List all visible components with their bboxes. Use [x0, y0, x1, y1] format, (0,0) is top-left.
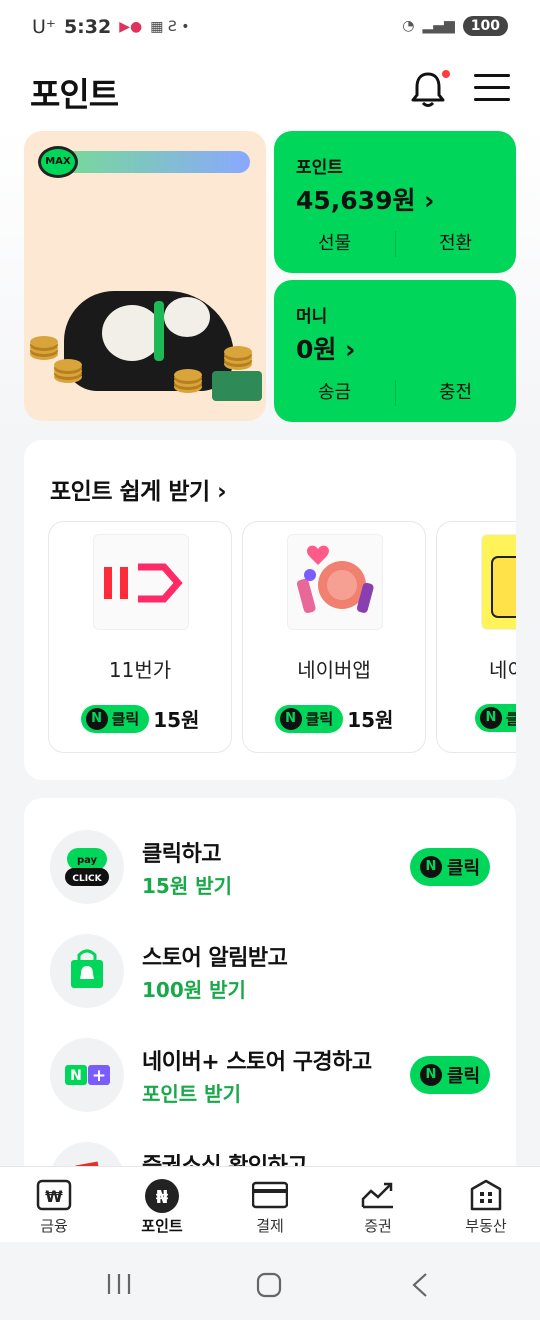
charge-button[interactable]: 충전 [395, 376, 516, 410]
notification-icons: ▶● [119, 19, 143, 35]
home-icon[interactable] [256, 1272, 282, 1302]
click-pill: N 클릭 [80, 704, 150, 733]
stock-chart-icon [360, 1179, 396, 1211]
tab-label: 포인트 [141, 1217, 183, 1235]
battery-indicator: 100 [462, 16, 508, 36]
offer-card-11st[interactable]: 11번가 N 클릭 15원 [48, 521, 232, 753]
card-icon [251, 1179, 289, 1211]
tab-point[interactable]: ₦ 포인트 [108, 1167, 216, 1242]
max-badge: MAX [38, 146, 78, 178]
easy-points-section: 포인트 쉽게 받기 › 11번가 N 클릭 15원 네이버앱 N 클릭 15원 … [24, 440, 516, 780]
signal-icon: ▂▄▆ [422, 18, 455, 34]
list-item[interactable]: pay CLICK 클릭하고 15원 받기 N 클릭 [24, 830, 516, 910]
click-pill: N클 [475, 704, 516, 732]
offer-name: 네이 [489, 658, 516, 682]
point-balance-card[interactable]: 포인트 45,639원 › 선물 전환 [274, 131, 516, 273]
hamburger-menu-icon[interactable] [474, 74, 510, 106]
point-icon: ₦ [144, 1179, 180, 1213]
offer-reward: N클 [437, 704, 516, 732]
tab-label: 금융 [40, 1217, 68, 1235]
tab-label: 부동산 [465, 1217, 507, 1235]
coin-stack [174, 369, 202, 381]
money-amount-link[interactable]: 0원 › [296, 330, 355, 366]
naver-n-icon: N [419, 1064, 442, 1086]
offer-card-naver-app[interactable]: 네이버앱 N 클릭 15원 [242, 521, 426, 753]
item-subtitle: 100원 받기 [142, 978, 246, 1002]
naver-n-icon: N [279, 707, 302, 730]
item-subtitle: 포인트 받기 [142, 1082, 241, 1106]
money-balance-card[interactable]: 머니 0원 › 송금 충전 [274, 280, 516, 422]
carrier-label: U⁺ [32, 16, 56, 38]
back-icon[interactable] [410, 1272, 430, 1302]
system-navigation-bar [0, 1242, 540, 1320]
cat-character-illustration [64, 291, 234, 391]
recent-apps-icon[interactable] [106, 1272, 132, 1300]
app-notification-icon: ▦ Ƨ • [150, 19, 190, 35]
coin-stack [54, 359, 82, 371]
character-banner[interactable]: MAX [24, 131, 266, 421]
svg-text:N: N [70, 1068, 82, 1084]
status-bar: U⁺ 5:32 ▶● ▦ Ƨ • ◔ ▂▄▆ 100 [0, 0, 540, 56]
wifi-icon: ◔ [402, 18, 415, 34]
promo-thumbnail-icon [481, 534, 516, 630]
item-title: 스토어 알림받고 [142, 946, 288, 971]
npay-click-icon: pay CLICK [50, 830, 124, 904]
notification-bell-icon[interactable] [410, 70, 450, 110]
tab-real-estate[interactable]: 부동산 [432, 1167, 540, 1242]
cosmetics-icon [287, 534, 383, 630]
building-icon [468, 1179, 504, 1211]
naver-n-icon: N [480, 707, 502, 729]
send-button[interactable]: 송금 [274, 376, 395, 410]
naver-plus-icon: N + [50, 1038, 124, 1112]
list-item[interactable]: N + 네이버+ 스토어 구경하고 포인트 받기 N 클릭 [24, 1038, 516, 1118]
point-amount-link[interactable]: 45,639원 › [296, 181, 434, 217]
item-title: 클릭하고 [142, 842, 221, 867]
tab-label: 증권 [364, 1217, 392, 1235]
notification-dot [442, 70, 450, 78]
click-pill: N 클릭 [274, 704, 344, 733]
11st-logo-icon [93, 534, 189, 630]
svg-text:₩: ₩ [45, 1187, 63, 1206]
earn-list-section: pay CLICK 클릭하고 15원 받기 N 클릭 스토어 알림받고 100원 … [24, 798, 516, 1198]
store-bag-icon [50, 934, 124, 1008]
finance-icon: ₩ [36, 1179, 72, 1211]
convert-button[interactable]: 전환 [395, 227, 516, 261]
tab-payment[interactable]: 결제 [216, 1167, 324, 1242]
money-bundle [212, 371, 262, 401]
offer-name: 네이버앱 [297, 658, 371, 682]
money-label: 머니 [296, 307, 328, 327]
svg-text:pay: pay [77, 855, 98, 866]
easy-points-heading[interactable]: 포인트 쉽게 받기 › [50, 472, 227, 506]
point-label: 포인트 [296, 158, 343, 178]
item-subtitle: 15원 받기 [142, 874, 232, 898]
offer-reward: N 클릭 15원 [49, 704, 231, 733]
list-item[interactable]: 스토어 알림받고 100원 받기 [24, 934, 516, 1014]
naver-n-icon: N [85, 707, 108, 730]
offer-reward: N 클릭 15원 [243, 704, 425, 733]
bottom-navigation: ₩ 금융 ₦ 포인트 결제 증권 부동산 [0, 1166, 540, 1242]
offer-name: 11번가 [108, 658, 172, 682]
app-header: 포인트 [0, 56, 540, 124]
tab-stock[interactable]: 증권 [324, 1167, 432, 1242]
click-button[interactable]: N 클릭 [410, 848, 490, 886]
gift-button[interactable]: 선물 [274, 227, 395, 261]
clock: 5:32 [63, 16, 112, 38]
svg-text:₦: ₦ [156, 1187, 169, 1208]
offer-card-partial[interactable]: 네이 N클 [436, 521, 516, 753]
coin-stack [224, 346, 252, 358]
tab-label: 결제 [256, 1217, 284, 1235]
coin-stack [30, 336, 58, 348]
item-title: 네이버+ 스토어 구경하고 [142, 1050, 372, 1075]
status-right: ◔ ▂▄▆ 100 [402, 16, 508, 36]
tab-finance[interactable]: ₩ 금융 [0, 1167, 108, 1242]
svg-text:+: + [92, 1066, 106, 1086]
status-left: U⁺ 5:32 ▶● ▦ Ƨ • [32, 16, 189, 38]
page-title: 포인트 [30, 75, 119, 114]
divider [395, 231, 396, 257]
divider [395, 380, 396, 406]
click-button[interactable]: N 클릭 [410, 1056, 490, 1094]
svg-text:CLICK: CLICK [72, 874, 102, 884]
naver-n-icon: N [419, 856, 442, 878]
